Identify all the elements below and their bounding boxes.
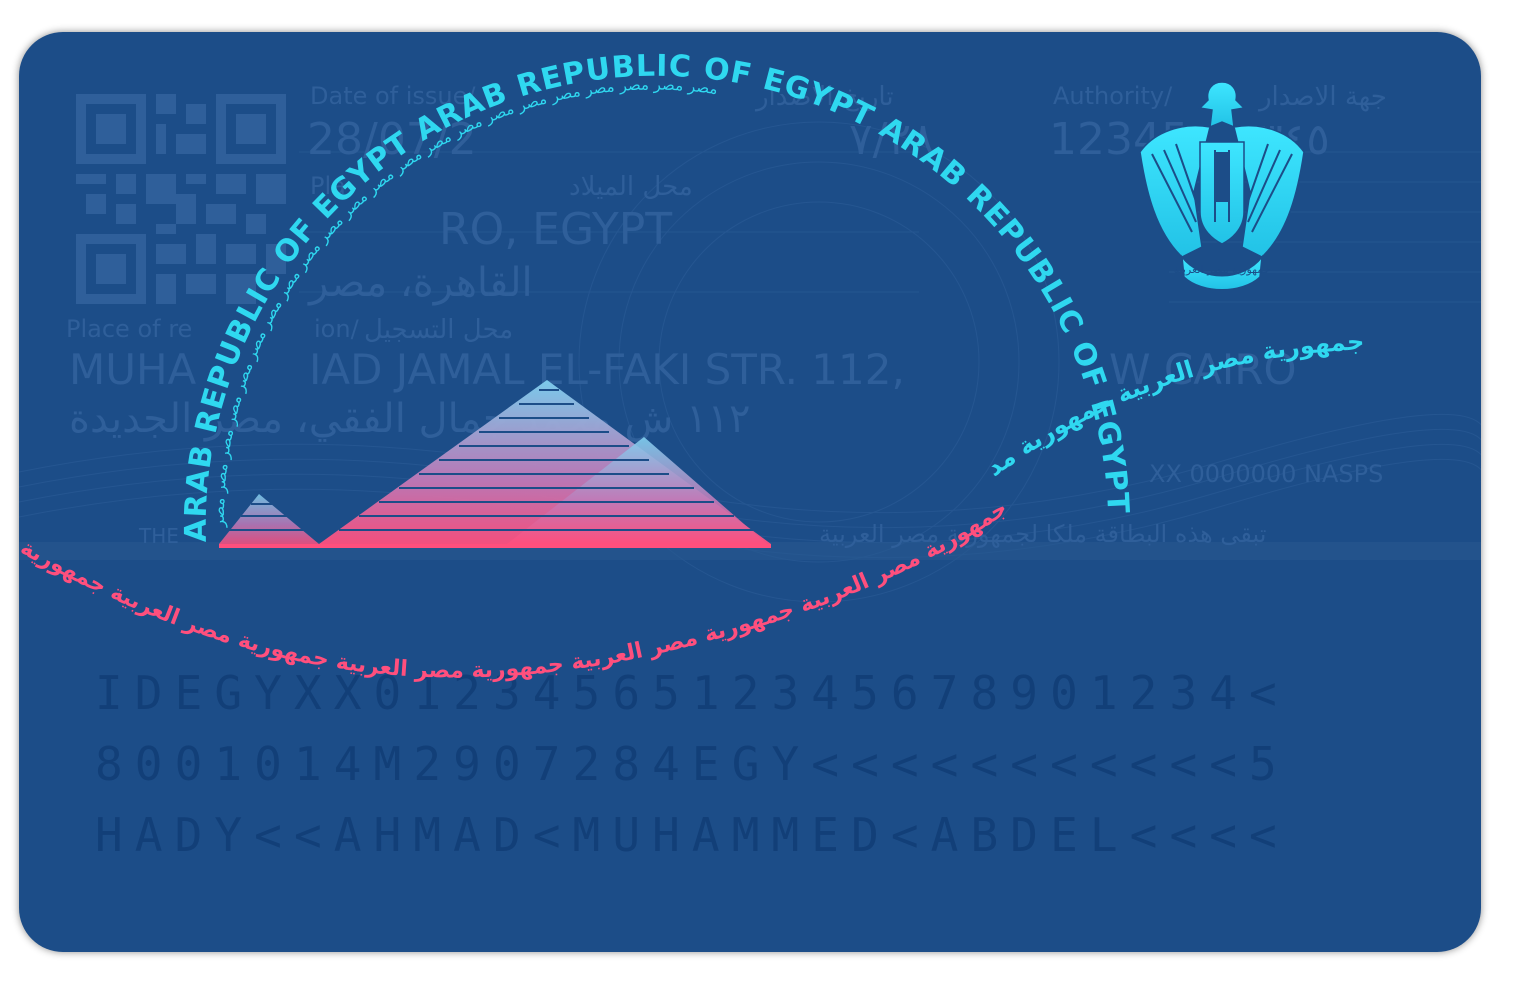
security-overlay: ARAB REPUBLIC OF EGYPT ARAB REPUBLIC OF …: [19, 32, 1365, 684]
pyramids-illustration: [219, 380, 771, 548]
id-card-back: Date of issue/ تاريخ الاصدار 28/07/2 ٧/٢…: [19, 32, 1481, 952]
wave-text-cyan: جمهورية مصر العربية جمهورية مد: [981, 327, 1365, 482]
